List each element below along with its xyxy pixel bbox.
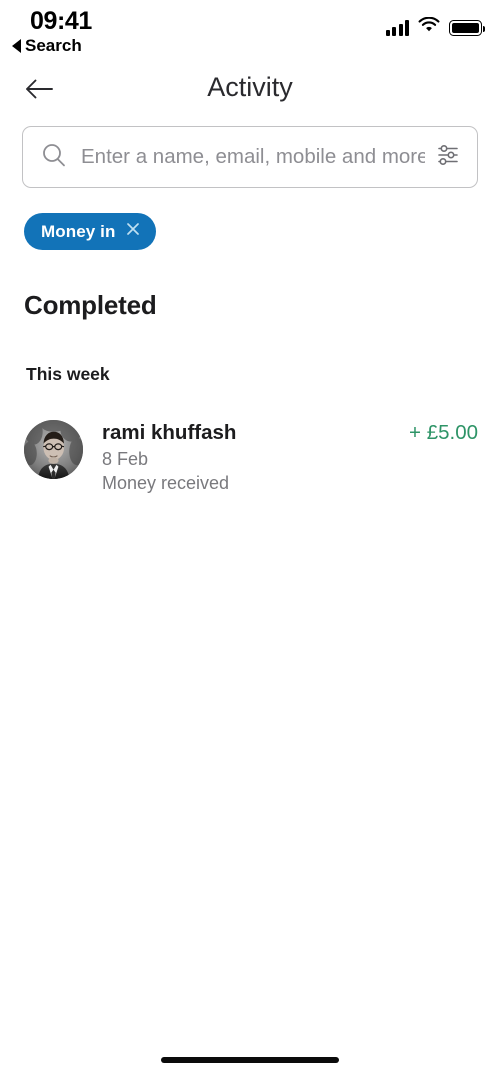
triangle-left-icon (12, 39, 21, 53)
filter-chip-label: Money in (41, 221, 116, 241)
user-photo-avatar (24, 420, 83, 479)
search-bar[interactable] (22, 126, 478, 188)
nav-bar: Activity (0, 58, 500, 120)
page-title: Activity (207, 72, 293, 102)
status-time: 09:41 (30, 7, 92, 35)
battery-full-icon (449, 19, 485, 36)
close-icon[interactable] (125, 221, 141, 242)
home-indicator[interactable] (161, 1057, 339, 1063)
status-icons (385, 16, 485, 38)
status-bar: 09:41 Search (0, 0, 500, 58)
transaction-list: rami khuffash 8 Feb Money received + £5.… (0, 412, 500, 501)
transaction-date: 8 Feb (102, 448, 149, 469)
filter-chip-money-in[interactable]: Money in (24, 213, 157, 250)
transaction-name: rami khuffash (102, 421, 237, 444)
cellular-signal-icon (385, 19, 409, 36)
search-input[interactable] (81, 145, 425, 169)
filter-chips: Money in (0, 213, 500, 250)
group-title-this-week: This week (26, 364, 110, 384)
section-title-completed: Completed (24, 290, 157, 320)
filter-sliders-icon[interactable] (435, 142, 461, 173)
back-to-search-label: Search (25, 36, 82, 55)
wifi-icon (418, 16, 440, 38)
transaction-description: Money received (102, 472, 230, 493)
back-to-search-indicator[interactable]: Search (12, 36, 82, 56)
activity-screen: 09:41 Search Activity Enter a name, emai… (0, 0, 500, 1080)
search-icon (41, 142, 67, 173)
transaction-details: rami khuffash 8 Feb Money received (83, 418, 409, 495)
transaction-row[interactable]: rami khuffash 8 Feb Money received + £5.… (0, 412, 500, 501)
search-section (0, 126, 500, 188)
transaction-amount: + £5.00 (409, 421, 478, 444)
